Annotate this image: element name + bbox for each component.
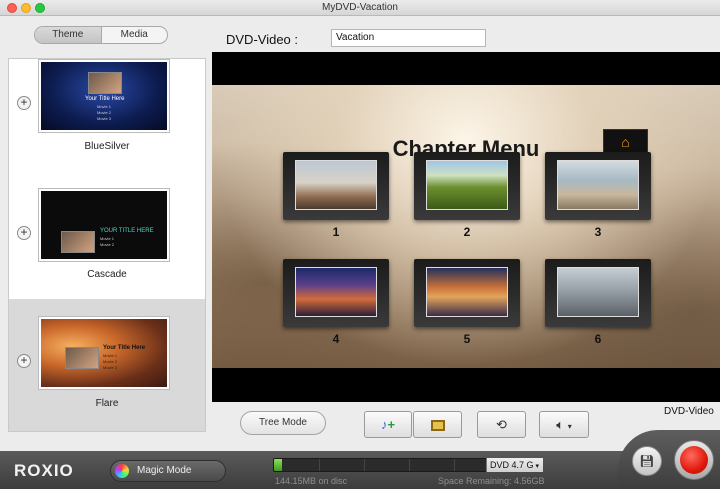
theme-list[interactable]: + Your Title Here Movie 1 Movie 2 Movie … [8, 58, 206, 432]
theme-name: Flare [95, 398, 119, 409]
tab-media[interactable]: Media [100, 27, 168, 43]
add-theme-button[interactable]: + [17, 96, 31, 110]
sidebar-tabs: Theme Media [34, 26, 168, 44]
chapter-number: 1 [332, 225, 340, 239]
thumb-title: YOUR TITLE HERE [100, 228, 154, 234]
chapter-number: 3 [594, 225, 602, 239]
chapter-button-2[interactable] [414, 152, 520, 220]
window-title: MyDVD-Vacation [322, 2, 398, 13]
thumb-photo [61, 231, 95, 253]
burn-button[interactable] [674, 440, 714, 480]
tree-mode-button[interactable]: Tree Mode [240, 411, 326, 435]
loop-button[interactable]: ⟲ [477, 411, 526, 438]
magic-mode-icon [115, 464, 129, 478]
disc-type-select[interactable]: DVD 4.7 G ▾ [486, 458, 543, 472]
theme-thumbnail: Your Title Here Movie 1 Movie 2 Movie 3 [39, 317, 169, 389]
thumb-photo [88, 72, 122, 94]
chapter-number: 4 [332, 332, 340, 346]
roxio-logo: ROXIO [14, 461, 74, 480]
capacity-tick [364, 459, 365, 471]
chapter-number: 5 [463, 332, 471, 346]
chapter-thumbnail [295, 267, 377, 317]
theme-item-flare[interactable]: + Your Title Here Movie 1 Movie 2 Movie … [9, 299, 205, 431]
audio-menu-button[interactable]: 🔈︎ ▾ [539, 411, 589, 438]
speaker-icon: 🔈︎ [556, 417, 565, 432]
theme-thumbnail: Your Title Here Movie 1 Movie 2 Movie 3 [39, 60, 169, 132]
chapter-number: 2 [463, 225, 471, 239]
add-photo-button[interactable] [413, 411, 462, 438]
chapter-number: 6 [594, 332, 602, 346]
floppy-disk-icon: 💾︎ [639, 454, 655, 468]
theme-thumbnail: YOUR TITLE HERE Movie 1 Movie 2 [39, 189, 169, 261]
chapter-thumbnail [426, 267, 508, 317]
thumb-photo [65, 347, 99, 369]
add-music-button[interactable]: ♪+ [364, 411, 412, 438]
chevron-down-icon: ▾ [567, 422, 572, 431]
thumb-item: Movie 3 [97, 116, 112, 121]
chevron-down-icon: ▾ [533, 463, 539, 470]
thumb-title: Your Title Here [103, 345, 146, 351]
chapter-button-5[interactable] [414, 259, 520, 327]
menu-background: Chapter Menu ⌂ 1 2 3 4 5 6 [212, 85, 720, 368]
title-bar: MyDVD-Vacation [0, 0, 720, 16]
capacity-tick [454, 459, 455, 471]
capacity-fill [274, 459, 283, 471]
magic-mode-button[interactable]: Magic Mode [110, 460, 226, 482]
dvd-video-label: DVD-Video : [226, 32, 299, 47]
thumb-item: Movie 3 [103, 365, 118, 370]
dvd-title-input[interactable]: Vacation [331, 29, 486, 47]
chapter-button-1[interactable] [283, 152, 389, 220]
space-remaining-text: Space Remaining: 4.56GB [438, 476, 545, 486]
add-theme-button[interactable]: + [17, 354, 31, 368]
photo-frame-icon [430, 420, 445, 432]
add-theme-button[interactable]: + [17, 226, 31, 240]
capacity-tick [319, 459, 320, 471]
chapter-button-3[interactable] [545, 152, 651, 220]
loop-icon: ⟲ [496, 417, 507, 432]
chapter-thumbnail [426, 160, 508, 210]
thumb-title: Your Title Here [85, 96, 125, 102]
theme-item-cascade[interactable]: + YOUR TITLE HERE Movie 1 Movie 2 Cascad… [9, 183, 205, 299]
chapter-thumbnail [557, 267, 639, 317]
theme-item-bluesilver[interactable]: + Your Title Here Movie 1 Movie 2 Movie … [9, 59, 205, 183]
thumb-item: Movie 2 [100, 242, 115, 247]
format-label: DVD-Video [664, 406, 714, 417]
magic-mode-label: Magic Mode [137, 465, 192, 476]
theme-name: BlueSilver [84, 141, 130, 152]
chapter-button-4[interactable] [283, 259, 389, 327]
chapter-thumbnail [295, 160, 377, 210]
record-icon [680, 446, 708, 474]
save-button[interactable]: 💾︎ [632, 446, 662, 476]
chapter-thumbnail [557, 160, 639, 210]
theme-name: Cascade [87, 269, 127, 280]
menu-preview: Chapter Menu ⌂ 1 2 3 4 5 6 [212, 52, 720, 402]
capacity-tick [409, 459, 410, 471]
tab-theme[interactable]: Theme [35, 27, 101, 43]
music-note-plus-icon: ♪+ [380, 417, 396, 432]
chapter-button-6[interactable] [545, 259, 651, 327]
disc-type-label: DVD 4.7 G [490, 460, 534, 470]
disc-used-text: 144.15MB on disc [275, 476, 348, 486]
